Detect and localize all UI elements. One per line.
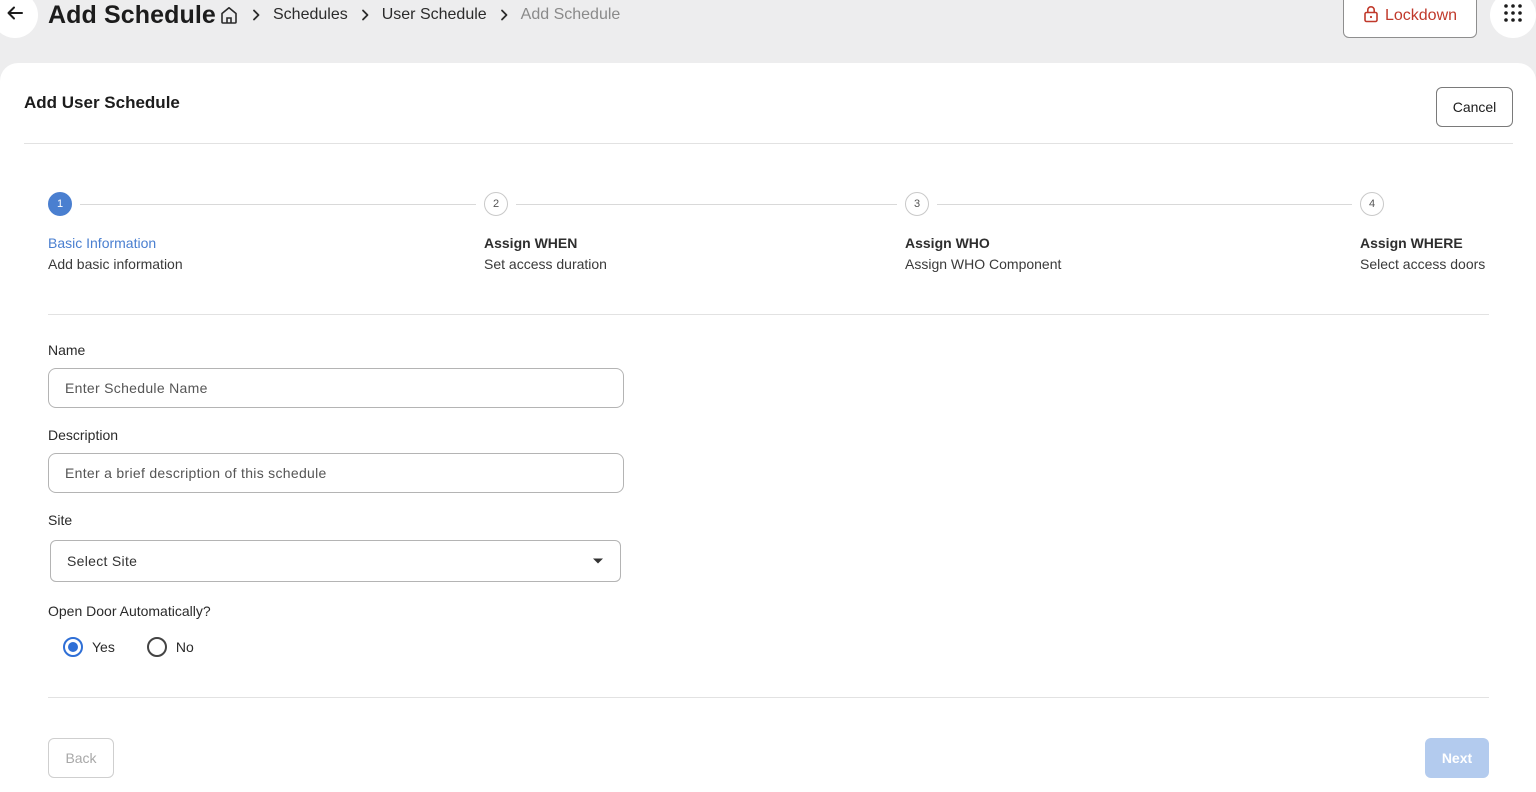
arrow-left-icon — [5, 3, 25, 28]
caret-down-icon — [592, 552, 604, 570]
lock-icon — [1363, 5, 1379, 28]
step-4-indicator[interactable]: 4 — [1360, 192, 1384, 216]
step-3-indicator[interactable]: 3 — [905, 192, 929, 216]
step-3-title: Assign WHO — [905, 235, 990, 251]
step-4-title: Assign WHERE — [1360, 235, 1463, 251]
breadcrumb-current: Add Schedule — [520, 6, 621, 23]
step-4-subtitle: Select access doors — [1360, 256, 1486, 272]
description-label: Description — [48, 427, 119, 443]
step-connector — [937, 204, 1352, 205]
back-step-button[interactable]: Back — [48, 738, 114, 778]
card-title: Add User Schedule — [24, 93, 180, 112]
step-3-subtitle: Assign WHO Component — [905, 256, 1062, 272]
home-icon[interactable] — [219, 5, 239, 25]
top-bar: Add Schedule Schedules User Schedule Add… — [0, 0, 1536, 62]
apps-menu-button[interactable] — [1490, 0, 1536, 38]
divider — [24, 143, 1513, 144]
step-1-indicator[interactable]: 1 — [48, 192, 72, 216]
chevron-right-icon — [360, 9, 370, 21]
cancel-button[interactable]: Cancel — [1436, 87, 1513, 127]
schedule-form-card: Add User Schedule Cancel 1 2 3 4 Basic I… — [0, 63, 1536, 792]
chevron-right-icon — [251, 9, 261, 21]
breadcrumb-schedules[interactable]: Schedules — [273, 6, 348, 24]
step-2-subtitle: Set access duration — [484, 256, 607, 272]
open-door-label: Open Door Automatically? — [48, 603, 211, 619]
step-connector — [516, 204, 897, 205]
radio-no-label: No — [175, 639, 194, 655]
step-connector — [80, 204, 476, 205]
site-label: Site — [48, 512, 73, 528]
breadcrumb-user-schedule[interactable]: User Schedule — [382, 6, 487, 24]
next-button[interactable]: Next — [1425, 738, 1489, 778]
back-nav-button[interactable] — [0, 0, 38, 38]
radio-yes[interactable] — [63, 637, 83, 657]
radio-option-yes[interactable]: Yes — [63, 637, 115, 657]
radio-no[interactable] — [146, 637, 167, 657]
step-2-title: Assign WHEN — [484, 235, 578, 251]
site-select-value: Select Site — [67, 553, 138, 569]
description-input[interactable] — [48, 453, 624, 493]
radio-option-no[interactable]: No — [146, 637, 194, 657]
site-select[interactable]: Select Site — [50, 540, 621, 582]
open-door-radio-group: Yes No — [63, 637, 226, 657]
breadcrumb: Schedules User Schedule Add Schedule — [219, 5, 620, 25]
step-1-subtitle: Add basic information — [48, 256, 183, 272]
step-2-indicator[interactable]: 2 — [484, 192, 508, 216]
page-title: Add Schedule — [48, 1, 216, 29]
step-1-title: Basic Information — [48, 235, 157, 251]
divider — [48, 697, 1489, 698]
lockdown-label: Lockdown — [1384, 7, 1458, 24]
grid-apps-icon — [1503, 3, 1523, 28]
lockdown-button[interactable]: Lockdown — [1343, 0, 1477, 38]
chevron-right-icon — [499, 9, 509, 21]
stepper: 1 2 3 4 Basic Information Assign WHEN As… — [48, 192, 1489, 282]
name-label: Name — [48, 342, 86, 358]
divider — [48, 314, 1489, 315]
name-input[interactable] — [48, 368, 624, 408]
radio-yes-label: Yes — [92, 639, 115, 655]
